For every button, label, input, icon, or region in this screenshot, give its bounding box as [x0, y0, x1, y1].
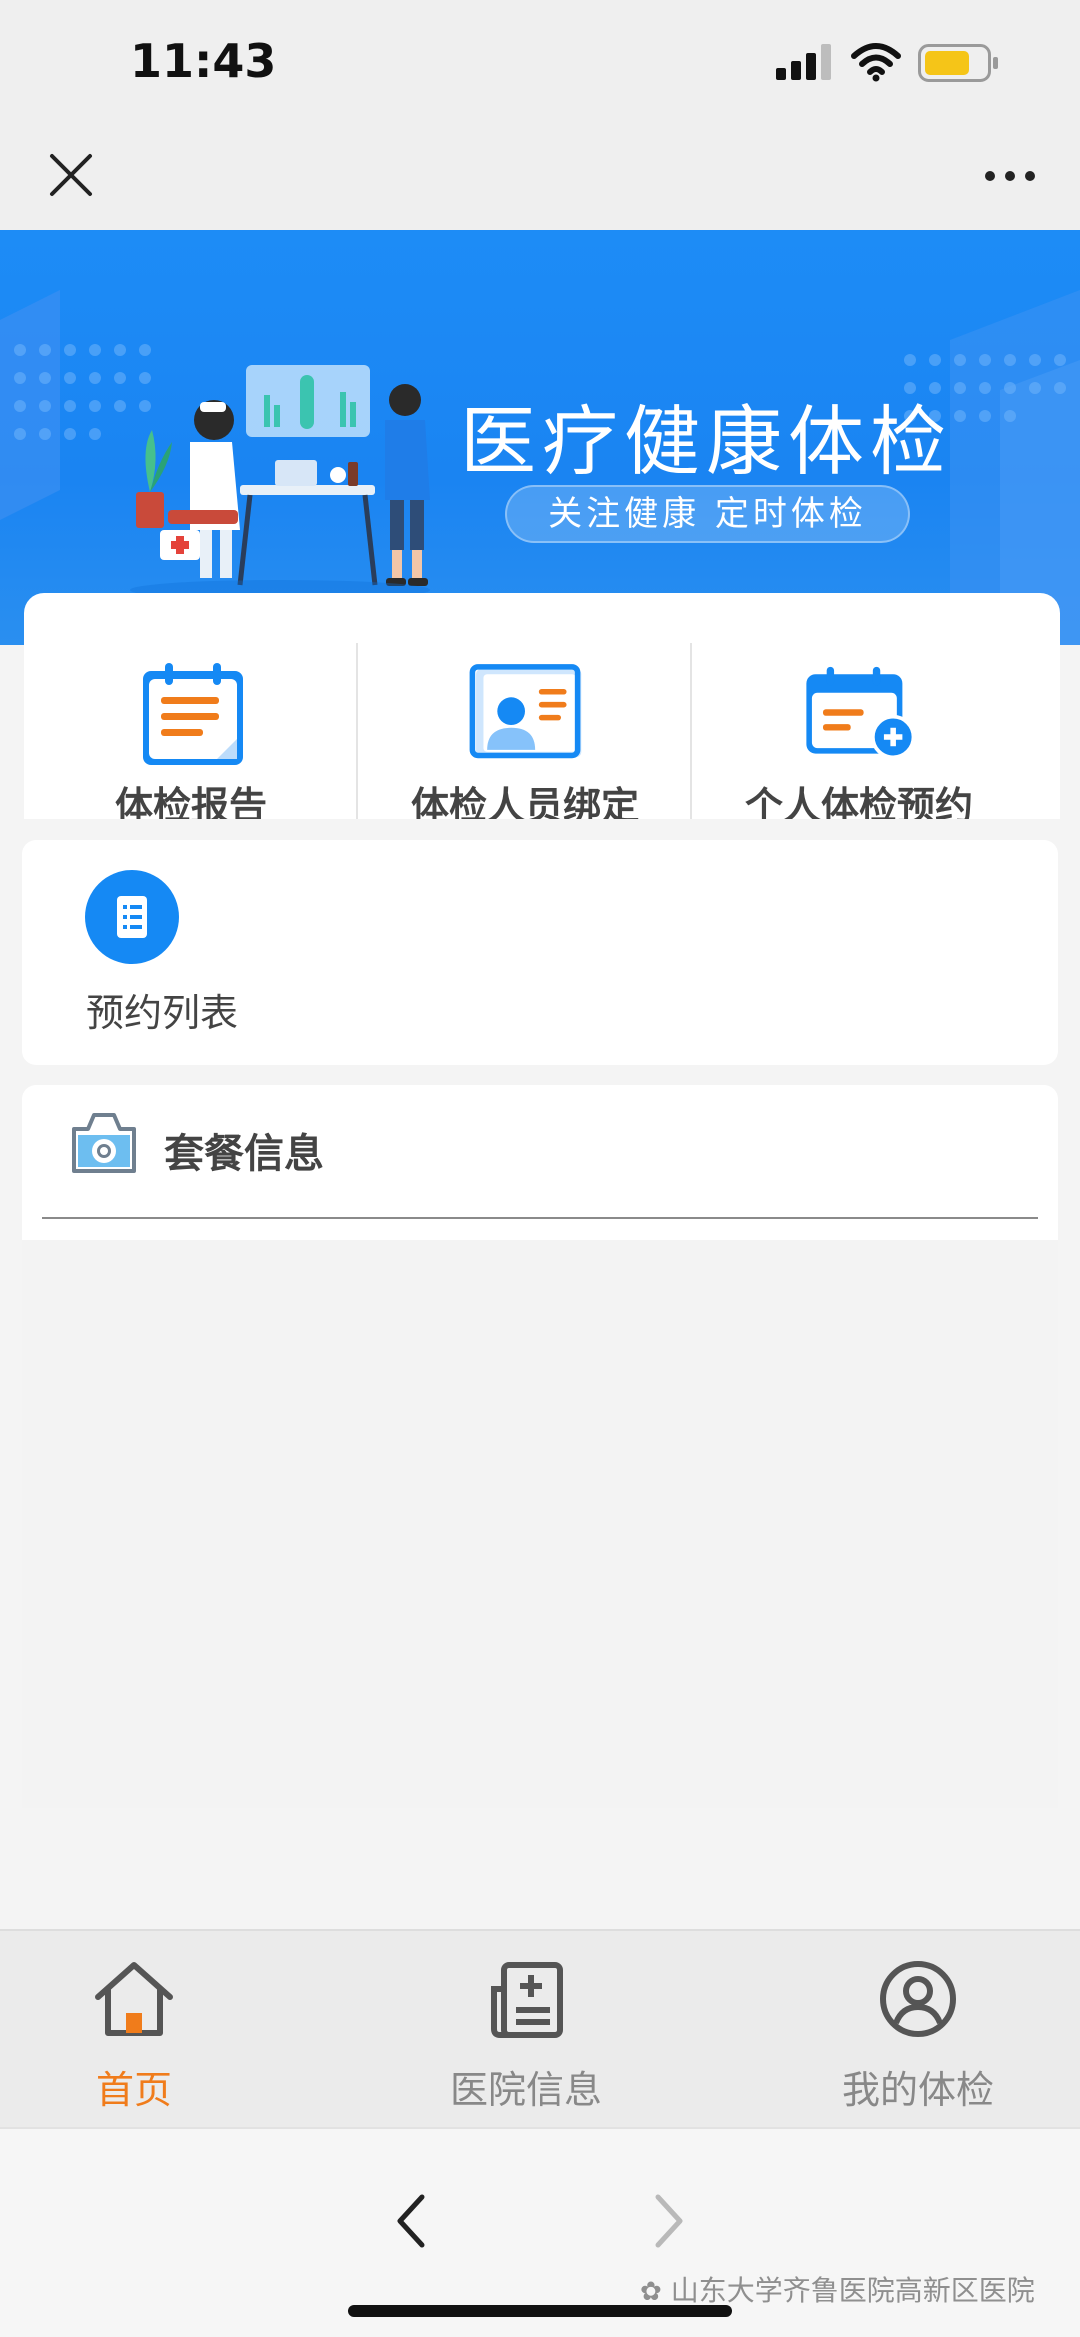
- home-icon: [95, 1962, 173, 2036]
- tab-hospital-info[interactable]: 医院信息: [406, 1931, 646, 2127]
- battery-icon: [918, 44, 998, 82]
- list-icon: [85, 870, 179, 964]
- banner-subtitle: 关注健康 定时体检: [505, 485, 910, 543]
- home-indicator[interactable]: [348, 2305, 732, 2317]
- appointment-list-button[interactable]: 预约列表: [82, 870, 242, 1040]
- forward-icon[interactable]: [648, 2189, 688, 2253]
- feature-label: 体检报告: [114, 784, 267, 819]
- appointment-label: 预约列表: [85, 991, 238, 1035]
- close-icon[interactable]: [44, 148, 98, 202]
- watermark-text: 山东大学齐鲁医院高新区医院: [670, 2274, 1035, 2307]
- feature-bind-person[interactable]: 体检人员绑定: [358, 593, 692, 819]
- id-card-icon: [469, 664, 582, 759]
- feature-report[interactable]: 体检报告: [24, 593, 358, 819]
- calendar-add-icon: [806, 666, 916, 760]
- feature-label: 体检人员绑定: [410, 784, 639, 819]
- wechat-icon: ✿: [640, 2277, 662, 2307]
- feature-card: 体检报告 体检人员绑定 个人体检预约: [24, 593, 1060, 819]
- watermark: ✿ 山东大学齐鲁医院高新区医院: [640, 2269, 1035, 2309]
- feature-personal-booking[interactable]: 个人体检预约: [692, 593, 1026, 819]
- tab-label: 我的体检: [841, 2068, 994, 2112]
- feature-label: 个人体检预约: [744, 784, 973, 819]
- screen: 11:43 医疗健康体检 关注健康 定时体检 体检报告 体检人员绑定 个人体检预…: [0, 0, 1080, 2337]
- nav-bar: [0, 130, 1080, 230]
- tab-bar: 首页 医院信息 我的体检: [0, 1929, 1080, 2127]
- tab-my-checkup[interactable]: 我的体检: [798, 1931, 1038, 2127]
- banner: 医疗健康体检 关注健康 定时体检: [0, 230, 1080, 645]
- user-circle-icon: [880, 1961, 956, 2037]
- back-icon[interactable]: [392, 2189, 432, 2253]
- divider: [42, 1217, 1038, 1219]
- tab-home[interactable]: 首页: [14, 1931, 254, 2127]
- tab-label: 医院信息: [449, 2068, 602, 2112]
- news-icon: [491, 1962, 563, 2038]
- signal-icon: [776, 44, 831, 80]
- banner-title: 医疗健康体检: [460, 400, 952, 485]
- appointment-card: 预约列表: [22, 840, 1058, 1065]
- tab-label: 首页: [95, 2068, 172, 2112]
- wifi-icon: [851, 43, 901, 82]
- status-time: 11:43: [130, 34, 277, 88]
- more-icon[interactable]: [980, 158, 1040, 194]
- package-title: 套餐信息: [164, 1131, 324, 1177]
- camera-icon: [72, 1113, 136, 1173]
- package-content-area: [22, 1240, 1058, 1808]
- browser-toolbar: ✿ 山东大学齐鲁医院高新区医院: [0, 2127, 1080, 2337]
- package-card: 套餐信息: [22, 1085, 1058, 1240]
- report-icon: [143, 663, 243, 765]
- status-bar: 11:43: [0, 0, 1080, 130]
